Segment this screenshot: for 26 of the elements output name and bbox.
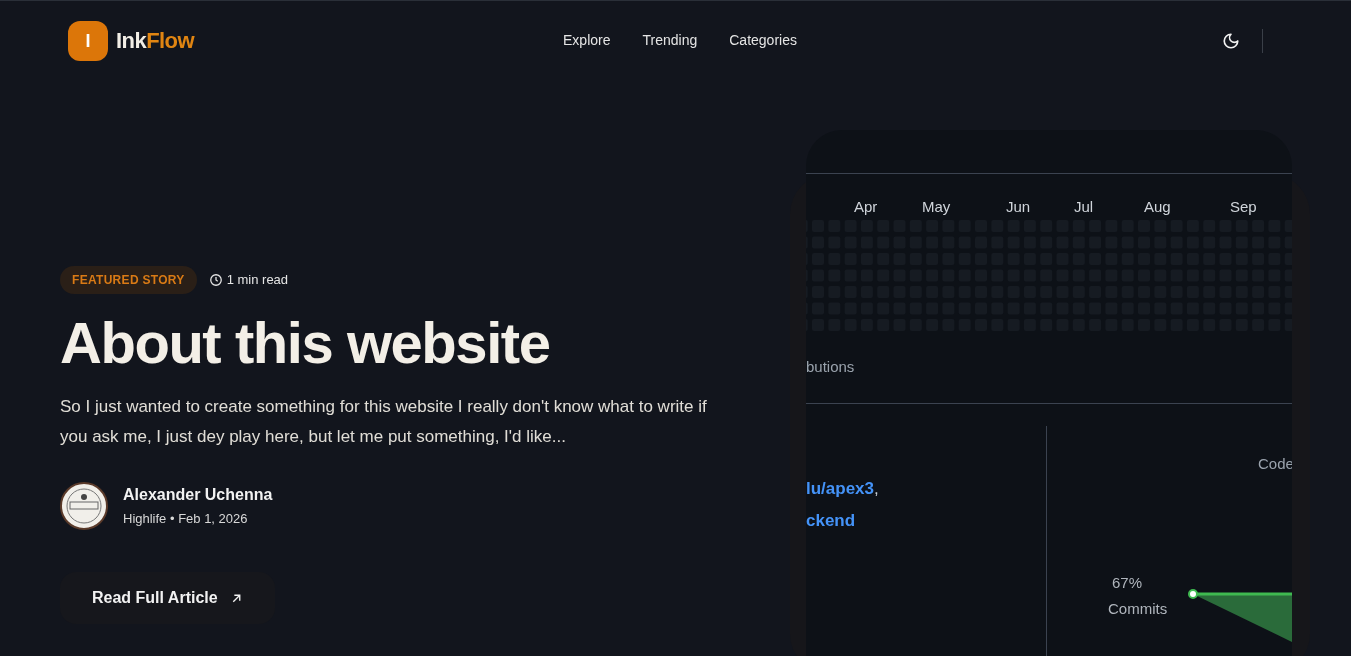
read-article-button[interactable]: Read Full Article (60, 572, 275, 624)
month-label: Sep (1230, 197, 1257, 217)
read-time: 1 min read (226, 271, 289, 290)
author-avatar (60, 482, 108, 530)
article-excerpt: So I just wanted to create something for this website I really don't know what to write if you ask me, I just dey play here, but let me put something, I'd like... (60, 396, 708, 448)
stat-percent: 67% (1112, 573, 1143, 593)
contributions-label: butions (806, 356, 855, 377)
article-title: About this website (60, 309, 551, 377)
repo-link[interactable]: lu/apex3 (806, 476, 875, 502)
nav-link[interactable]: Explore (563, 30, 611, 51)
nav-link[interactable]: Trending (642, 30, 698, 51)
month-label: Jul (1074, 197, 1094, 217)
nav-link[interactable]: Categories (729, 30, 797, 51)
month-label: Apr (854, 197, 878, 217)
month-label: Aug (1144, 197, 1171, 217)
author-name: Alexander Uchenna (123, 485, 273, 506)
month-label: Jun (1006, 197, 1031, 217)
month-label: May (922, 197, 951, 217)
repo-link[interactable]: ckend (806, 507, 856, 533)
clock-icon (208, 273, 223, 287)
author-meta: Highlife • Feb 1, 2026 (123, 510, 249, 529)
separator-text: , (874, 478, 879, 500)
moon-icon[interactable] (1222, 31, 1240, 50)
featured-badge: FEATURED STORY (60, 266, 197, 294)
logo-text[interactable]: InkFlow (116, 24, 195, 57)
stat-label: Commits (1108, 599, 1168, 619)
